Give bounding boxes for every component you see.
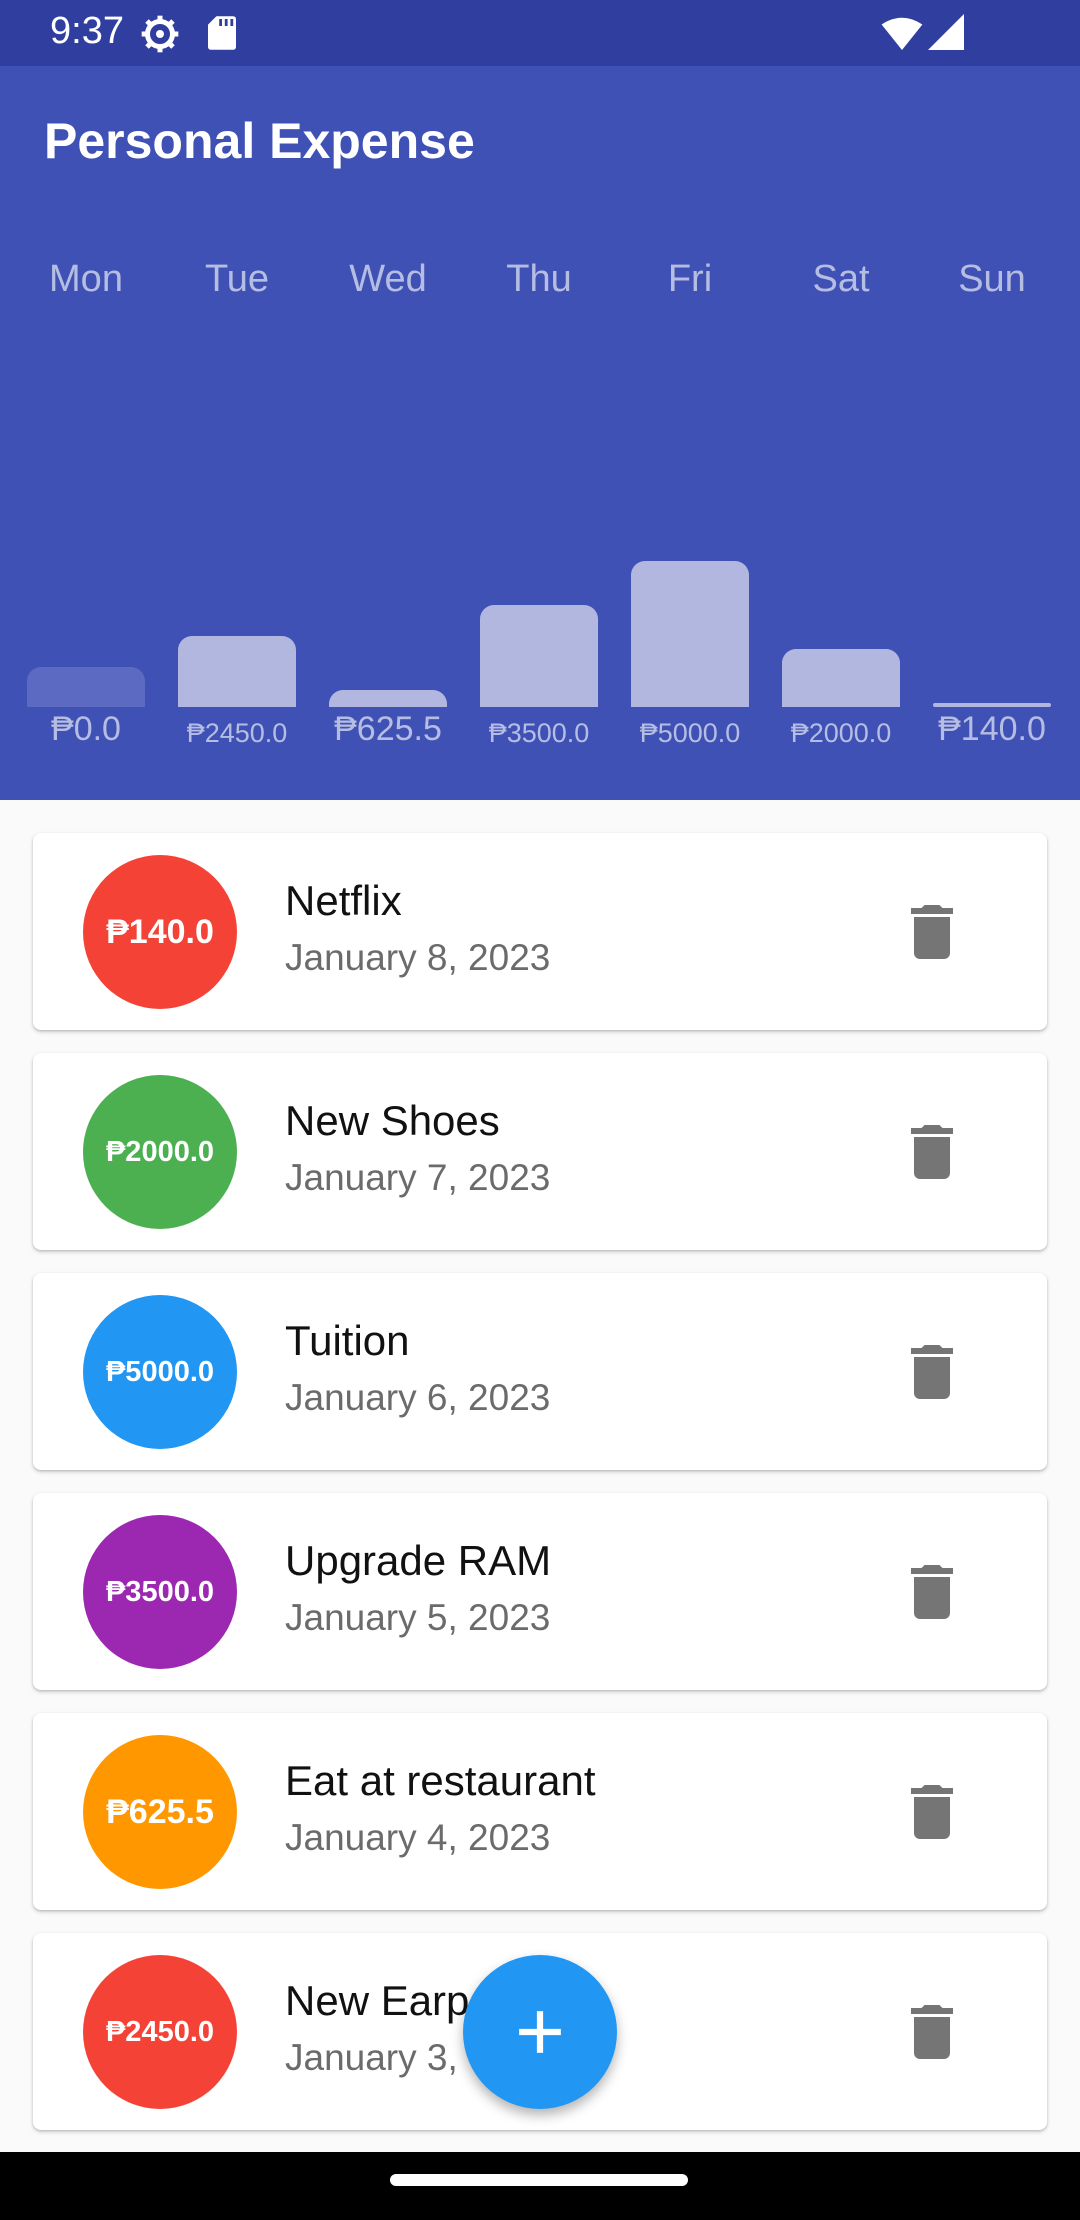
day-label: Thu	[506, 258, 572, 300]
transaction-title: Netflix	[285, 877, 402, 924]
amount-badge: ₱140.0	[83, 855, 237, 1009]
bar-amount-label: ₱5000.0	[639, 718, 741, 748]
transaction-date: January 5, 2023	[285, 1597, 551, 1638]
delete-icon[interactable]	[911, 1785, 953, 1839]
transaction-title: Eat at restaurant	[285, 1757, 596, 1804]
amount-badge: ₱625.5	[83, 1735, 237, 1889]
plus-icon	[519, 2011, 561, 2053]
page-title: Personal Expense	[44, 113, 475, 169]
transaction-date: January 3,	[285, 2037, 458, 2078]
transaction-card[interactable]: ₱3500.0 Upgrade RAM January 5, 2023	[33, 1493, 1047, 1690]
amount-badge: ₱5000.0	[83, 1295, 237, 1449]
bar-amount-label: ₱140.0	[938, 710, 1046, 748]
transaction-title: New Earp	[285, 1977, 470, 2024]
transaction-card[interactable]: ₱140.0 Netflix January 8, 2023	[33, 833, 1047, 1030]
delete-icon[interactable]	[911, 905, 953, 959]
chart-bar	[933, 703, 1051, 707]
sd-card-icon	[208, 16, 236, 50]
bar-amount-label: ₱2000.0	[790, 718, 892, 748]
wifi-icon	[881, 17, 923, 50]
transaction-date: January 4, 2023	[285, 1817, 551, 1858]
delete-icon[interactable]	[911, 2005, 953, 2059]
chart-bar	[178, 636, 296, 707]
day-label: Wed	[349, 258, 427, 300]
amount-badge: ₱2000.0	[83, 1075, 237, 1229]
delete-icon[interactable]	[911, 1345, 953, 1399]
status-time: 9:37	[50, 10, 124, 52]
transaction-title: Tuition	[285, 1317, 410, 1364]
transaction-date: January 7, 2023	[285, 1157, 551, 1198]
bar-amount-label: ₱0.0	[51, 710, 121, 748]
transaction-card[interactable]: ₱2000.0 New Shoes January 7, 2023	[33, 1053, 1047, 1250]
status-bar: 9:37	[0, 0, 1080, 66]
delete-icon[interactable]	[911, 1565, 953, 1619]
transaction-title: Upgrade RAM	[285, 1537, 552, 1584]
chart-bar	[329, 690, 447, 707]
transaction-card[interactable]: ₱625.5 Eat at restaurant January 4, 2023	[33, 1713, 1047, 1910]
app-bar: Personal Expense Mon Tue Wed Thu Fri Sat…	[0, 66, 1080, 800]
signal-icon	[928, 14, 964, 50]
day-label: Mon	[49, 258, 123, 300]
amount-badge: ₱2450.0	[83, 1955, 237, 2109]
day-label: Fri	[667, 258, 713, 300]
bar-amount-label: ₱625.5	[334, 710, 442, 748]
transaction-title: New Shoes	[285, 1097, 500, 1144]
delete-icon[interactable]	[911, 1125, 953, 1179]
transaction-card[interactable]: ₱5000.0 Tuition January 6, 2023	[33, 1273, 1047, 1470]
chart-bar	[27, 667, 145, 707]
bar-amount-label: ₱3500.0	[488, 718, 590, 748]
chart-bar	[480, 605, 598, 707]
chart-bar	[631, 561, 749, 707]
transaction-date: January 6, 2023	[285, 1377, 551, 1418]
day-label: Sat	[812, 258, 870, 300]
add-expense-button[interactable]	[463, 1955, 617, 2109]
chart-bar	[782, 649, 900, 707]
bar-amount-label: ₱2450.0	[186, 718, 288, 748]
day-label: Sun	[958, 258, 1026, 300]
day-label: Tue	[204, 258, 270, 300]
settings-icon	[141, 15, 179, 53]
navigation-bar	[0, 2152, 1080, 2220]
home-gesture-handle[interactable]	[390, 2174, 688, 2186]
amount-badge: ₱3500.0	[83, 1515, 237, 1669]
transaction-date: January 8, 2023	[285, 937, 551, 978]
